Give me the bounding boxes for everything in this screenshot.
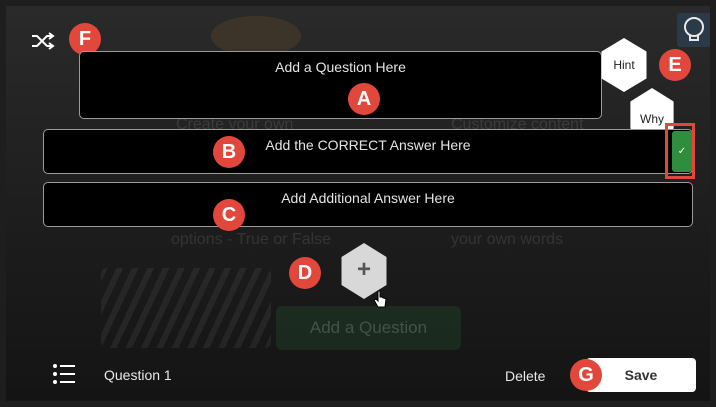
hint-button[interactable]: Hint (601, 38, 647, 92)
correct-toggle-highlight (665, 123, 695, 179)
quiz-editor-canvas: Create your own Customize content option… (6, 6, 710, 401)
background-image-blob (211, 16, 301, 56)
save-button[interactable]: Save (586, 358, 696, 392)
callout-b: B (213, 136, 245, 168)
lightbulb-icon (684, 17, 704, 41)
delete-button[interactable]: Delete (505, 368, 545, 384)
callout-d: D (289, 257, 321, 289)
question-input[interactable]: Add a Question Here (79, 51, 602, 119)
correct-answer-placeholder: Add the CORRECT Answer Here (265, 137, 471, 153)
additional-answer-placeholder: Add Additional Answer Here (281, 190, 455, 206)
shuffle-icon[interactable] (30, 30, 56, 52)
background-illustration (101, 268, 271, 348)
additional-answer-input[interactable]: Add Additional Answer Here (43, 182, 693, 227)
callout-g: G (570, 359, 602, 391)
background-text: options - True or False (171, 231, 332, 248)
callout-a: A (348, 83, 380, 115)
background-text: your own words (451, 231, 564, 248)
background-add-question-button: Add a Question (276, 306, 461, 350)
callout-c: C (213, 199, 245, 231)
callout-e: E (659, 49, 691, 81)
question-list-icon[interactable] (52, 363, 76, 385)
question-number-label: Question 1 (104, 367, 172, 383)
correct-answer-input[interactable]: Add the CORRECT Answer Here (43, 129, 693, 174)
lightbulb-button[interactable] (677, 13, 710, 47)
question-placeholder: Add a Question Here (275, 59, 406, 75)
hand-cursor-icon (373, 290, 387, 308)
